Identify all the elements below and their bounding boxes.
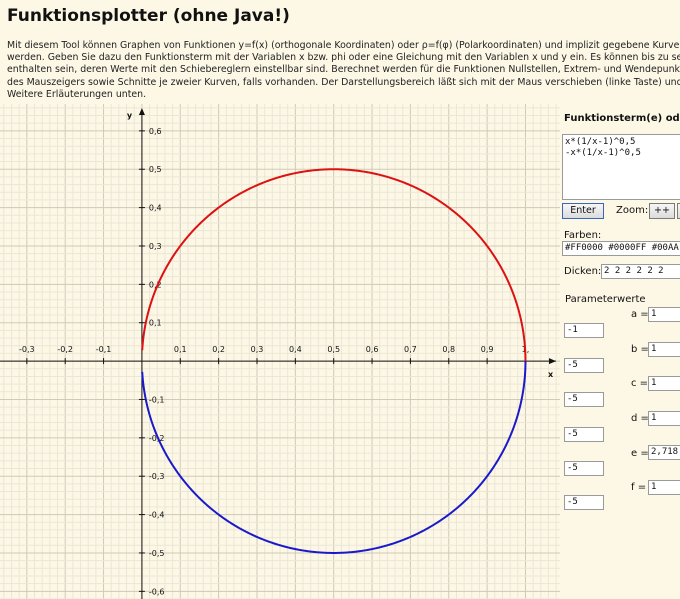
widths-label: Dicken: [564,266,602,277]
intro-line: des Mauszeigers sowie Schnitte je zweier… [7,76,680,88]
y-tick-label: 0,6 [149,127,162,136]
x-tick-label: -0,1 [96,345,112,354]
y-tick-label: -0,3 [149,472,165,481]
param-d-min-input[interactable]: -5 [564,427,604,442]
param-d-value-input[interactable]: 1 [648,411,680,426]
param-b-label: b = [631,344,649,355]
control-panel: Funktionsterm(e) oder x*(1/x-1)^0,5 -x*(1… [560,104,680,599]
colors-label: Farben: [564,230,602,241]
param-a-min-input[interactable]: -1 [564,323,604,338]
param-d-label: d = [631,413,649,424]
terms-heading: Funktionsterm(e) oder [564,113,680,124]
term-line: x*(1/x-1)^0,5 [565,137,636,147]
intro-line: werden. Geben Sie dazu den Funktionsterm… [7,52,680,64]
x-tick-label: 0,7 [404,345,417,354]
y-tick-label: 0,3 [149,242,162,251]
colors-input[interactable]: #FF0000 #0000FF #00AA [562,241,680,256]
page-title: Funktionsplotter (ohne Java!) [7,6,290,26]
param-b-min-input[interactable]: -5 [564,358,604,373]
param-a-label: a = [631,309,649,320]
x-tick-label: 0,5 [327,345,340,354]
zoom-in-button[interactable]: ++ [649,203,675,219]
param-c-value-input[interactable]: 1 [648,376,680,391]
term-line: -x*(1/x-1)^0,5 [565,148,641,158]
x-tick-label: 0,9 [481,345,494,354]
y-tick-label: -0,6 [149,587,165,596]
x-tick-label: 0,3 [251,345,264,354]
x-tick-label: 0,8 [442,345,455,354]
param-a-value-input[interactable]: 1 [648,307,680,322]
y-tick-label: 0,1 [149,319,162,328]
enter-button[interactable]: Enter [562,203,604,219]
y-axis-label: y [127,111,133,120]
intro-line: enthalten sein, deren Werte mit den Schi… [7,64,680,76]
x-tick-label: 0,1 [174,345,187,354]
param-f-min-input[interactable]: -5 [564,495,604,510]
intro-text: Mit diesem Tool können Graphen von Funkt… [7,40,680,101]
param-e-label: e = [631,448,649,459]
param-f-label: f = [631,482,647,493]
intro-line: Weitere Erläuterungen unten. [7,88,147,100]
x-tick-label: -0,3 [19,345,35,354]
function-plot[interactable]: x y -0,3 -0,2 -0,1 0,1 0,2 0,3 0,4 0,5 0,6 0,7 0,8 0… [0,104,560,599]
x-tick-label: 0,2 [212,345,225,354]
y-tick-label: -0,4 [149,511,165,520]
zoom-label: Zoom: [616,205,649,216]
y-tick-label: -0,1 [149,395,165,404]
param-c-label: c = [631,378,649,389]
param-b-value-input[interactable]: 1 [648,342,680,357]
intro-line: Mit diesem Tool können Graphen von Funkt… [7,40,680,51]
x-axis-label: x [548,370,554,379]
x-tick-label: 0,6 [366,345,379,354]
param-e-value-input[interactable]: 2,718 [648,445,680,460]
function-term-textarea[interactable]: x*(1/x-1)^0,5 -x*(1/x-1)^0,5 [562,134,680,200]
y-tick-label: 0,4 [149,204,162,213]
widths-input[interactable]: 2 2 2 2 2 2 [601,264,680,279]
x-tick-label: -0,2 [57,345,73,354]
y-tick-label: 0,5 [149,165,162,174]
param-e-min-input[interactable]: -5 [564,461,604,476]
param-c-min-input[interactable]: -5 [564,392,604,407]
y-tick-label: -0,5 [149,549,165,558]
x-tick-label: 0,4 [289,345,302,354]
params-heading: Parameterwerte [565,294,646,305]
param-f-value-input[interactable]: 1 [648,480,680,495]
